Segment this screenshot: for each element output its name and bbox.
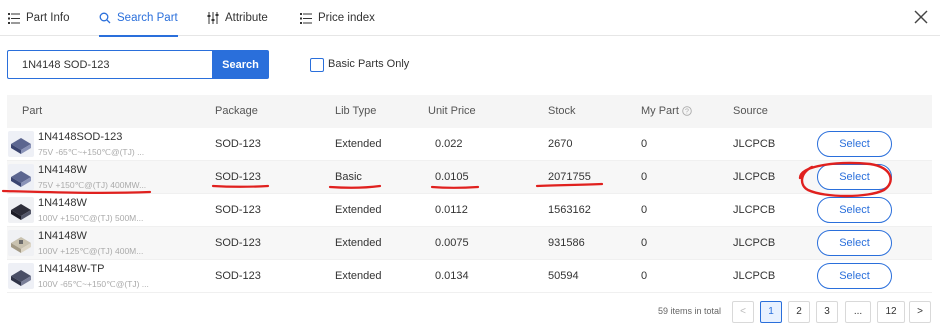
tab-search-part[interactable]: Search Part bbox=[99, 0, 178, 37]
select-button[interactable]: Select bbox=[817, 131, 892, 157]
table-row: 1N4148W 100V +150℃@(TJ) 500M... SOD-123 … bbox=[7, 194, 932, 227]
next-page-button[interactable]: > bbox=[909, 301, 931, 323]
basic-parts-label: Basic Parts Only bbox=[328, 58, 410, 70]
cell-lib-type: Extended bbox=[335, 204, 382, 216]
search-input[interactable] bbox=[7, 50, 213, 79]
search-icon bbox=[99, 12, 111, 24]
help-icon[interactable]: ? bbox=[682, 106, 692, 116]
header-stock: Stock bbox=[548, 105, 576, 117]
part-name[interactable]: 1N4148W-TP bbox=[38, 263, 104, 275]
cell-lib-type: Extended bbox=[335, 237, 382, 249]
cell-package: SOD-123 bbox=[215, 138, 261, 150]
tab-attribute[interactable]: Attribute bbox=[207, 0, 268, 36]
tab-label: Attribute bbox=[225, 12, 268, 24]
search-button[interactable]: Search bbox=[212, 50, 269, 79]
cell-my-part: 0 bbox=[641, 270, 648, 282]
part-description: 100V +150℃@(TJ) 500M... bbox=[38, 213, 144, 223]
cell-unit-price: 0.022 bbox=[435, 138, 463, 150]
cell-my-part: 0 bbox=[641, 237, 648, 249]
cell-source: JLCPCB bbox=[733, 237, 776, 249]
component-thumbnail bbox=[8, 197, 34, 223]
table-row: 1N4148SOD-123 75V -65℃~+150℃@(TJ) ... SO… bbox=[7, 128, 932, 161]
cell-source: JLCPCB bbox=[733, 171, 776, 183]
cell-stock: 2670 bbox=[548, 138, 573, 150]
list-icon bbox=[300, 12, 312, 24]
tab-price-index[interactable]: Price index bbox=[300, 0, 375, 36]
table-row: 1N4148W 100V +125℃@(TJ) 400M... SOD-123 … bbox=[7, 227, 932, 260]
part-name[interactable]: 1N4148W bbox=[38, 164, 87, 176]
header-part: Part bbox=[22, 105, 43, 117]
cell-lib-type: Extended bbox=[335, 138, 382, 150]
cell-my-part: 0 bbox=[641, 138, 648, 150]
table-row: 1N4148W 75V +150℃@(TJ) 400MW... SOD-123 … bbox=[7, 161, 932, 194]
cell-package: SOD-123 bbox=[215, 237, 261, 249]
table-header: Part Package Lib Type Unit Price Stock M… bbox=[7, 95, 932, 128]
cell-my-part: 0 bbox=[641, 204, 648, 216]
cell-source: JLCPCB bbox=[733, 270, 776, 282]
select-button[interactable]: Select bbox=[817, 230, 892, 256]
prev-page-button[interactable]: < bbox=[732, 301, 754, 323]
page-button[interactable]: 1 bbox=[760, 301, 782, 323]
sliders-icon bbox=[207, 12, 219, 24]
tab-part-info[interactable]: Part Info bbox=[8, 0, 69, 36]
cell-stock: 1563162 bbox=[548, 204, 591, 216]
component-thumbnail bbox=[8, 131, 34, 157]
cell-stock: 2071755 bbox=[548, 171, 591, 183]
cell-my-part: 0 bbox=[641, 171, 648, 183]
cell-package: SOD-123 bbox=[215, 270, 261, 282]
part-description: 75V -65℃~+150℃@(TJ) ... bbox=[38, 147, 145, 157]
tab-bar: Part Info Search Part Attribute Price in… bbox=[0, 0, 940, 37]
part-name[interactable]: 1N4148W bbox=[38, 230, 87, 242]
parts-table: Part Package Lib Type Unit Price Stock M… bbox=[7, 95, 932, 293]
header-my-part: My Part? bbox=[641, 95, 692, 128]
cell-source: JLCPCB bbox=[733, 138, 776, 150]
cell-source: JLCPCB bbox=[733, 204, 776, 216]
tab-label: Search Part bbox=[117, 12, 178, 24]
page-button[interactable]: 2 bbox=[788, 301, 810, 323]
header-package: Package bbox=[215, 105, 258, 117]
tab-label: Price index bbox=[318, 12, 375, 24]
tab-label: Part Info bbox=[26, 12, 70, 24]
component-thumbnail bbox=[8, 263, 34, 289]
header-my-part-label: My Part bbox=[641, 105, 679, 117]
page-button[interactable]: 12 bbox=[877, 301, 905, 323]
cell-lib-type: Basic bbox=[335, 171, 362, 183]
cell-unit-price: 0.0134 bbox=[435, 270, 469, 282]
part-description: 100V +125℃@(TJ) 400M... bbox=[38, 246, 144, 256]
part-description: 75V +150℃@(TJ) 400MW... bbox=[38, 180, 147, 190]
list-icon bbox=[8, 12, 20, 24]
cell-unit-price: 0.0112 bbox=[435, 204, 468, 216]
page-ellipsis[interactable]: ... bbox=[845, 301, 871, 323]
select-button[interactable]: Select bbox=[817, 164, 892, 190]
close-icon[interactable] bbox=[914, 10, 928, 24]
cell-lib-type: Extended bbox=[335, 270, 382, 282]
table-row: 1N4148W-TP 100V -65℃~+150℃@(TJ) ... SOD-… bbox=[7, 260, 932, 293]
cell-stock: 931586 bbox=[548, 237, 585, 249]
header-source: Source bbox=[733, 105, 768, 117]
svg-text:?: ? bbox=[685, 109, 689, 116]
select-button[interactable]: Select bbox=[817, 197, 892, 223]
part-name[interactable]: 1N4148W bbox=[38, 197, 87, 209]
cell-unit-price: 0.0075 bbox=[435, 237, 469, 249]
select-button[interactable]: Select bbox=[817, 263, 892, 289]
cell-package: SOD-123 bbox=[215, 204, 261, 216]
header-unit-price: Unit Price bbox=[428, 105, 476, 117]
total-count: 59 items in total bbox=[658, 306, 722, 316]
basic-parts-checkbox[interactable] bbox=[310, 58, 324, 72]
component-thumbnail bbox=[8, 230, 34, 256]
component-thumbnail bbox=[8, 164, 34, 190]
part-description: 100V -65℃~+150℃@(TJ) ... bbox=[38, 279, 149, 289]
cell-package: SOD-123 bbox=[215, 171, 261, 183]
header-lib-type: Lib Type bbox=[335, 105, 377, 117]
cell-stock: 50594 bbox=[548, 270, 579, 282]
part-name[interactable]: 1N4148SOD-123 bbox=[38, 131, 122, 143]
page-button[interactable]: 3 bbox=[816, 301, 838, 323]
cell-unit-price: 0.0105 bbox=[435, 171, 469, 183]
